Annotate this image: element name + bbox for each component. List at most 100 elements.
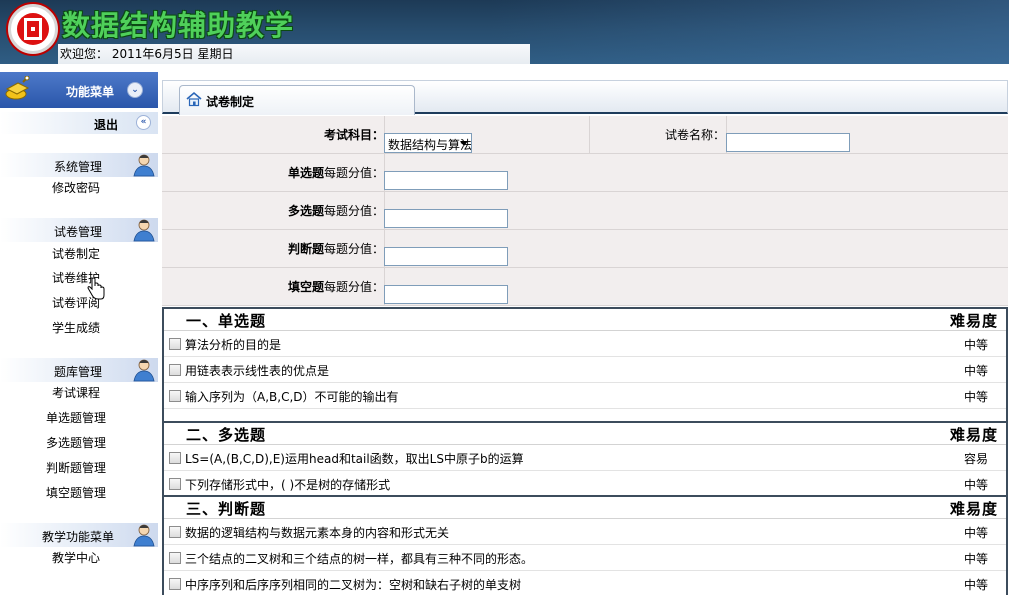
main-content: 试卷制定 考试科目： 数据结构与算法 试卷名称： 单选题每题分值： 多选题每题分… <box>160 70 1009 595</box>
app-title: 数据结构辅助教学 <box>62 9 295 42</box>
question-text: 中序序列和后序序列相同的二叉树为：空树和缺右子树的单支树 <box>185 578 522 592</box>
nav-paper-review[interactable]: 试卷评阅 <box>0 293 158 313</box>
paper-name-input[interactable] <box>726 133 850 152</box>
nav-paper-create[interactable]: 试卷制定 <box>0 244 158 264</box>
nav-true-false-mgmt[interactable]: 判断题管理 <box>0 458 158 478</box>
question-text: 三个结点的二叉树和三个结点的树一样，都具有三种不同的形态。 <box>185 552 534 566</box>
section-header: 一、单选题 难易度 <box>164 309 1006 331</box>
tab-bar: 试卷制定 <box>162 80 1008 115</box>
sidebar: 功能菜单 ⌄ 退出 « 系统管理 修改密码 试卷管理 试卷制定 试卷维护 试卷评… <box>0 70 160 595</box>
hand-cursor-icon <box>87 278 105 300</box>
question-checkbox[interactable] <box>169 526 181 538</box>
section-title: 三、判断题 <box>186 500 267 518</box>
collapse-menu-icon[interactable]: ⌄ <box>127 82 143 98</box>
function-menu-header[interactable]: 功能菜单 ⌄ <box>0 72 158 108</box>
difficulty-level: 中等 <box>963 390 988 404</box>
welcome-text: 欢迎您： 2011年6月5日 星期日 <box>58 44 530 64</box>
home-icon <box>186 91 202 107</box>
multi-choice-section: 二、多选题 难易度 LS=(A,(B,C,D),E)运用head和tail函数，… <box>162 421 1008 497</box>
question-row: LS=(A,(B,C,D),E)运用head和tail函数，取出LS中原子b的运… <box>164 445 1006 471</box>
difficulty-level: 中等 <box>963 478 988 492</box>
logo-icon <box>8 4 58 54</box>
question-row: 下列存储形式中，( )不是树的存储形式 中等 <box>164 471 1006 497</box>
question-row: 输入序列为（A,B,C,D）不可能的输出有 中等 <box>164 383 1006 409</box>
difficulty-level: 中等 <box>963 526 988 540</box>
question-checkbox[interactable] <box>169 338 181 350</box>
nav-change-password[interactable]: 修改密码 <box>0 178 158 198</box>
question-checkbox[interactable] <box>169 578 181 590</box>
question-row: 数据的逻辑结构与数据元素本身的内容和形式无关 中等 <box>164 519 1006 545</box>
section-title: 二、多选题 <box>186 426 267 444</box>
menu-title: 功能菜单 <box>66 85 115 99</box>
user-icon <box>133 524 155 547</box>
nav-exam-courses[interactable]: 考试课程 <box>0 383 158 403</box>
judge-score-input[interactable] <box>384 247 508 266</box>
subject-select[interactable]: 数据结构与算法 <box>384 133 472 153</box>
nav-multi-choice-mgmt[interactable]: 多选题管理 <box>0 433 158 453</box>
graduation-hat-icon <box>5 76 30 100</box>
fill-label-rest: 每题分值： <box>323 280 384 294</box>
app-header: 数据结构辅助教学 欢迎您： 2011年6月5日 星期日 <box>0 0 1009 64</box>
difficulty-level: 中等 <box>963 338 988 352</box>
single-choice-section: 一、单选题 难易度 算法分析的目的是 中等 用链表表示线性表的优点是 中等 输入… <box>162 307 1008 423</box>
form-row-multi-score: 多选题每题分值： <box>162 192 1008 230</box>
nav-single-choice-mgmt[interactable]: 单选题管理 <box>0 408 158 428</box>
multi-score-input[interactable] <box>384 209 508 228</box>
user-icon <box>133 219 155 242</box>
group-paper-management[interactable]: 试卷管理 <box>0 218 158 242</box>
single-label-rest: 每题分值： <box>323 166 384 180</box>
question-text: 数据的逻辑结构与数据元素本身的内容和形式无关 <box>185 526 450 540</box>
double-chevron-left-icon[interactable]: « <box>136 115 151 130</box>
difficulty-header: 难易度 <box>949 312 998 330</box>
nav-fill-blank-mgmt[interactable]: 填空题管理 <box>0 483 158 503</box>
question-text: 下列存储形式中，( )不是树的存储形式 <box>185 478 391 492</box>
question-text: 用链表表示线性表的优点是 <box>185 364 330 378</box>
tab-paper-create[interactable]: 试卷制定 <box>179 85 415 115</box>
difficulty-header: 难易度 <box>949 426 998 444</box>
multi-label-rest: 每题分值： <box>323 204 384 218</box>
question-text: 输入序列为（A,B,C,D）不可能的输出有 <box>185 390 399 404</box>
single-score-label: 单选题每题分值： <box>162 164 384 181</box>
user-icon <box>133 359 155 382</box>
difficulty-level: 中等 <box>963 552 988 566</box>
question-checkbox[interactable] <box>169 390 181 402</box>
question-checkbox[interactable] <box>169 478 181 490</box>
fill-score-label: 填空题每题分值： <box>162 278 384 295</box>
multi-score-label: 多选题每题分值： <box>162 202 384 219</box>
judge-score-label: 判断题每题分值： <box>162 240 384 257</box>
question-checkbox[interactable] <box>169 552 181 564</box>
logout-link[interactable]: 退出 <box>94 116 118 133</box>
nav-teaching-center[interactable]: 教学中心 <box>0 548 158 568</box>
question-text: 算法分析的目的是 <box>185 338 282 352</box>
question-checkbox[interactable] <box>169 364 181 376</box>
group-question-bank[interactable]: 题库管理 <box>0 358 158 382</box>
section-title: 一、单选题 <box>186 312 267 330</box>
question-row: 中序序列和后序序列相同的二叉树为：空树和缺右子树的单支树 中等 <box>164 571 1006 595</box>
true-false-section: 三、判断题 难易度 数据的逻辑结构与数据元素本身的内容和形式无关 中等 三个结点… <box>162 495 1008 595</box>
fill-score-input[interactable] <box>384 285 508 304</box>
subject-label: 考试科目： <box>323 128 384 142</box>
section-header: 三、判断题 难易度 <box>164 497 1006 519</box>
single-score-input[interactable] <box>384 171 508 190</box>
multi-label-bold: 多选题 <box>287 204 324 218</box>
difficulty-header: 难易度 <box>949 500 998 518</box>
form-row-fill-score: 填空题每题分值： <box>162 268 1008 306</box>
group-system-management[interactable]: 系统管理 <box>0 153 158 177</box>
question-row: 用链表表示线性表的优点是 中等 <box>164 357 1006 383</box>
fill-label-bold: 填空题 <box>287 280 324 294</box>
difficulty-level: 中等 <box>963 364 988 378</box>
tab-label: 试卷制定 <box>206 95 255 109</box>
judge-label-rest: 每题分值： <box>323 242 384 256</box>
question-text: LS=(A,(B,C,D),E)运用head和tail函数，取出LS中原子b的运… <box>185 452 524 466</box>
chevron-down-icon <box>460 141 468 146</box>
group-teaching-menu[interactable]: 教学功能菜单 <box>0 523 158 547</box>
question-row: 三个结点的二叉树和三个结点的树一样，都具有三种不同的形态。 中等 <box>164 545 1006 571</box>
judge-label-bold: 判断题 <box>287 242 324 256</box>
nav-paper-maintain[interactable]: 试卷维护 <box>0 268 158 288</box>
question-row: 算法分析的目的是 中等 <box>164 331 1006 357</box>
paper-name-label: 试卷名称： <box>664 128 725 142</box>
nav-student-scores[interactable]: 学生成绩 <box>0 318 158 338</box>
form-row-single-score: 单选题每题分值： <box>162 154 1008 192</box>
question-checkbox[interactable] <box>169 452 181 464</box>
logout-row[interactable]: 退出 « <box>0 112 158 134</box>
